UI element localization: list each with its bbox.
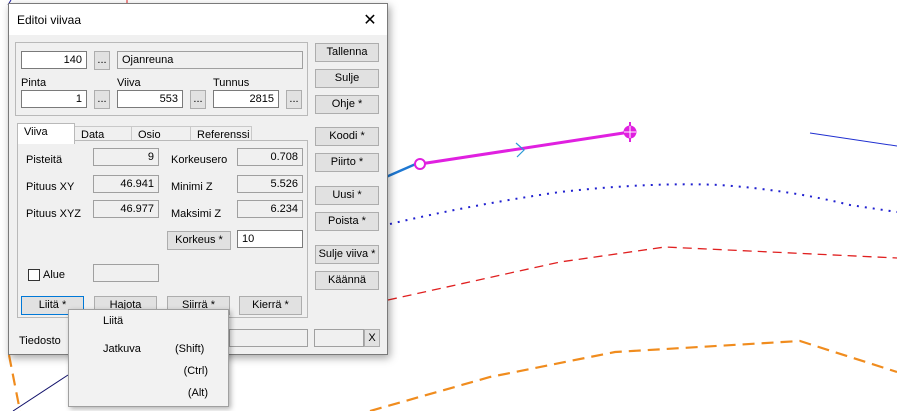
menu-item-liita[interactable]: Liitä <box>69 310 228 332</box>
koodi-button[interactable]: Koodi * <box>315 127 379 146</box>
viiva-tab-panel <box>17 140 308 318</box>
piirto-button[interactable]: Piirto * <box>315 153 379 172</box>
menu-item-liita-label: Liitä <box>103 315 124 327</box>
selected-line[interactable] <box>419 130 631 166</box>
menu-item-alt-key: (Alt) <box>187 387 208 399</box>
tiedosto-field-2 <box>314 329 364 347</box>
tunnus-browse-button[interactable]: ... <box>286 90 302 109</box>
tab-viiva[interactable]: Viiva <box>17 123 75 144</box>
blue-connector-line <box>385 161 419 179</box>
liita-context-menu: Liitä Jatkuva (Shift) (Ctrl) (Alt) <box>68 309 229 407</box>
tiedosto-close-button[interactable]: X <box>364 329 380 347</box>
pinta-label: Pinta <box>21 77 47 89</box>
sulje-button[interactable]: Sulje <box>315 69 379 88</box>
menu-item-ctrl[interactable]: (Ctrl) <box>69 360 228 382</box>
code-value-field[interactable]: 140 <box>21 51 87 69</box>
viiva-browse-button[interactable]: ... <box>190 90 206 109</box>
tiedosto-field <box>229 329 308 347</box>
kaanna-button[interactable]: Käännä <box>315 271 379 290</box>
orange-dashed-line <box>369 339 897 411</box>
minimi-z-label: Minimi Z <box>171 181 213 193</box>
korkeus-button[interactable]: Korkeus * <box>167 231 231 250</box>
korkeusero-value: 0.708 <box>237 148 303 166</box>
viiva-field[interactable]: 553 <box>117 90 183 108</box>
pinta-field[interactable]: 1 <box>21 90 87 108</box>
red-dashed-line <box>387 246 897 301</box>
alue-value <box>93 264 159 282</box>
orange-dashed-line-left <box>7 354 22 411</box>
dark-line-bottom-left <box>12 374 69 411</box>
menu-item-shift-key: (Shift) <box>175 343 205 355</box>
kierra-button[interactable]: Kierrä * <box>239 296 302 315</box>
ohje-button[interactable]: Ohje * <box>315 95 379 114</box>
code-browse-button[interactable]: ... <box>94 51 110 70</box>
pituus-xy-value: 46.941 <box>93 175 159 193</box>
dialog-title: Editoi viivaa <box>17 13 82 27</box>
uusi-button[interactable]: Uusi * <box>315 186 379 205</box>
minimi-z-value: 5.526 <box>237 175 303 193</box>
menu-item-ctrl-key: (Ctrl) <box>183 365 208 377</box>
alue-label: Alue <box>43 269 66 281</box>
tunnus-field[interactable]: 2815 <box>213 90 279 108</box>
line-start-node[interactable] <box>414 158 426 170</box>
dialog-titlebar[interactable]: Editoi viivaa ✕ <box>9 4 387 35</box>
tallenna-button[interactable]: Tallenna <box>315 43 379 62</box>
viiva-label: Viiva <box>117 77 141 89</box>
maksimi-z-label: Maksimi Z <box>171 208 222 220</box>
pisteita-label: Pisteitä <box>26 154 63 166</box>
pituus-xy-label: Pituus XY <box>26 181 75 193</box>
tiedosto-label: Tiedosto <box>19 335 61 347</box>
blue-dotted-line <box>389 183 897 225</box>
menu-item-alt[interactable]: (Alt) <box>69 382 228 404</box>
pisteita-value: 9 <box>93 148 159 166</box>
menu-item-jatkuva-label: Jatkuva <box>103 343 141 355</box>
pituus-xyz-label: Pituus XYZ <box>26 208 82 220</box>
pituus-xyz-value: 46.977 <box>93 200 159 218</box>
code-name-field: Ojanreuna <box>117 51 303 69</box>
edit-line-dialog: Editoi viivaa ✕ 140 ... Ojanreuna Pinta … <box>8 3 388 355</box>
korkeusero-label: Korkeusero <box>171 154 228 166</box>
alue-checkbox[interactable] <box>28 269 40 281</box>
close-icon[interactable]: ✕ <box>353 4 387 35</box>
tunnus-label: Tunnus <box>213 77 250 89</box>
pinta-browse-button[interactable]: ... <box>94 90 110 109</box>
sulje-viiva-button[interactable]: Sulje viiva * <box>315 245 379 264</box>
korkeus-field[interactable]: 10 <box>237 230 303 248</box>
menu-item-jatkuva[interactable]: Jatkuva (Shift) <box>69 338 228 360</box>
blue-line-right <box>809 132 897 147</box>
poista-button[interactable]: Poista * <box>315 212 379 231</box>
maksimi-z-value: 6.234 <box>237 200 303 218</box>
